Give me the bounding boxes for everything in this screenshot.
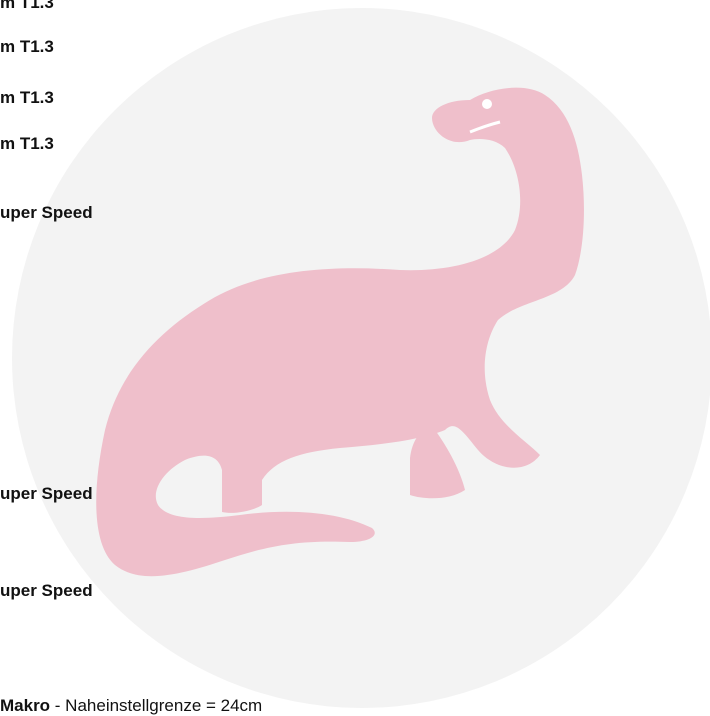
text-line-5: uper Speed	[0, 203, 93, 222]
dinosaur-eye	[482, 99, 492, 109]
text-line-2: m T1.3	[0, 37, 54, 56]
text-line-7: uper Speed	[0, 581, 93, 600]
macro-label: Makro	[0, 696, 51, 715]
dinosaur-body	[96, 87, 584, 577]
text-line-4: m T1.3	[0, 134, 54, 153]
macro-line: Makro - Naheinstellgrenze = 24cm	[0, 696, 262, 716]
text-line-3: m T1.3	[0, 88, 54, 107]
macro-detail: - Naheinstellgrenze = 24cm	[50, 696, 263, 715]
dinosaur-leg	[410, 429, 465, 499]
dinosaur-illustration	[96, 87, 584, 577]
text-line-1: m T1.3	[0, 0, 54, 12]
text-line-6: uper Speed	[0, 484, 93, 503]
